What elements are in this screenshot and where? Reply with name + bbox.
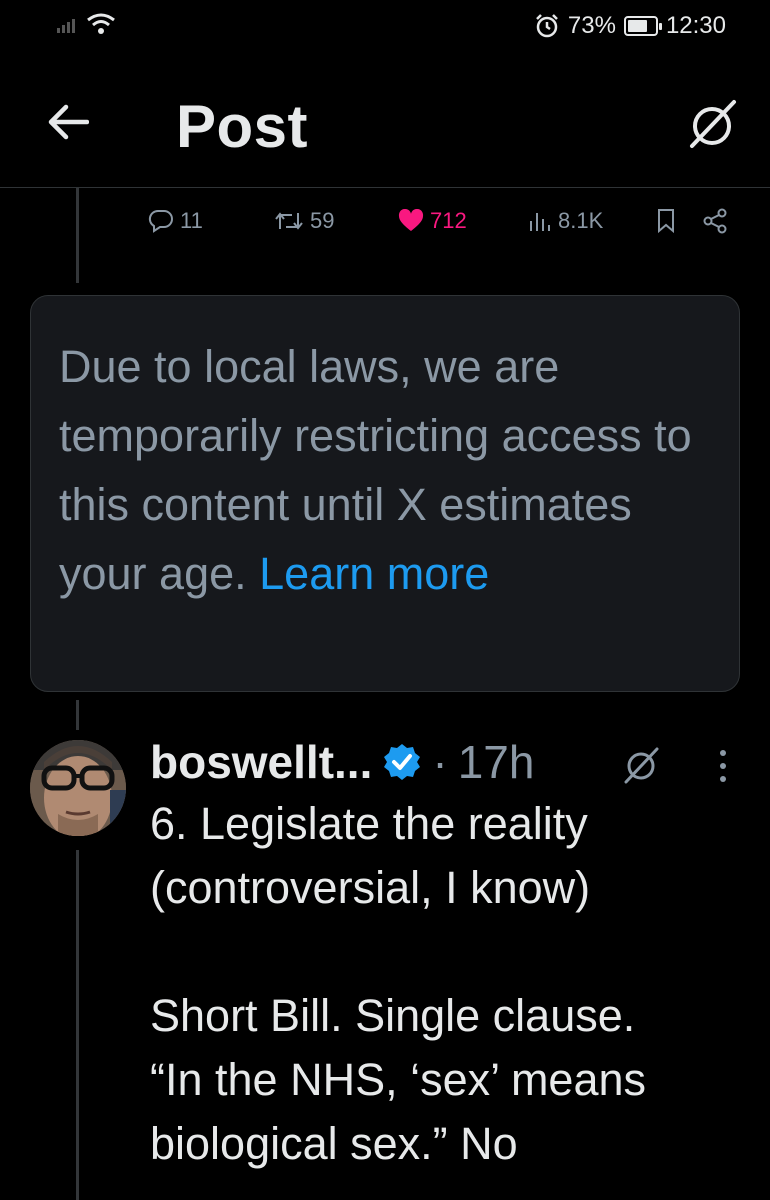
bookmark-icon bbox=[658, 209, 674, 234]
repost-icon bbox=[275, 212, 303, 230]
views-button[interactable]: 8.1K bbox=[528, 208, 603, 234]
post-actions: 11 59 712 8.1K bbox=[148, 208, 738, 250]
author-name[interactable]: boswellt... bbox=[150, 735, 372, 789]
grok-icon[interactable] bbox=[684, 96, 740, 152]
share-icon bbox=[703, 208, 727, 234]
share-button[interactable] bbox=[702, 208, 728, 234]
signal-icon bbox=[57, 19, 75, 33]
thread-line-bottom bbox=[76, 850, 79, 1200]
avatar[interactable] bbox=[30, 740, 126, 836]
battery-percent: 73% bbox=[567, 12, 616, 39]
more-vertical-icon[interactable] bbox=[708, 746, 738, 786]
view-count: 8.1K bbox=[558, 208, 604, 233]
repost-button[interactable]: 59 bbox=[274, 208, 334, 234]
thread-line-top bbox=[76, 188, 79, 283]
reply-button[interactable]: 11 bbox=[148, 208, 203, 234]
notice-text: Due to local laws, we are temporarily re… bbox=[59, 332, 729, 608]
like-button[interactable]: 712 bbox=[398, 208, 467, 234]
status-bar: 73% 12:30 bbox=[0, 0, 770, 56]
header-separator: · bbox=[432, 736, 448, 788]
tweet-header: boswellt... · 17h bbox=[150, 730, 534, 794]
status-right: 73% 12:30 bbox=[534, 12, 726, 40]
back-button[interactable] bbox=[42, 96, 94, 148]
clock: 12:30 bbox=[665, 12, 726, 39]
thread-line-mid bbox=[76, 700, 79, 730]
views-icon bbox=[530, 213, 550, 231]
top-bar: Post bbox=[0, 56, 770, 188]
age-restriction-notice: Due to local laws, we are temporarily re… bbox=[30, 295, 740, 692]
like-count: 712 bbox=[430, 208, 467, 233]
battery-icon bbox=[623, 16, 662, 36]
wifi-icon bbox=[87, 13, 115, 34]
learn-more-link[interactable]: Learn more bbox=[259, 548, 489, 599]
alarm-icon bbox=[536, 14, 558, 38]
page-title: Post bbox=[176, 93, 309, 160]
reply-count: 11 bbox=[180, 208, 203, 233]
heart-icon bbox=[398, 209, 424, 231]
verified-badge-icon bbox=[384, 744, 421, 780]
arrow-left-icon bbox=[48, 104, 89, 140]
tweet-text: 6. Legislate the reality (controversial,… bbox=[150, 798, 647, 1169]
battery-fill bbox=[627, 20, 647, 32]
bookmark-button[interactable] bbox=[656, 208, 676, 234]
repost-count: 59 bbox=[310, 208, 335, 233]
avatar-image bbox=[30, 740, 126, 836]
status-left bbox=[56, 12, 116, 36]
post-time[interactable]: 17h bbox=[458, 735, 535, 789]
grok-icon[interactable] bbox=[620, 744, 662, 786]
reply-icon bbox=[148, 209, 173, 233]
